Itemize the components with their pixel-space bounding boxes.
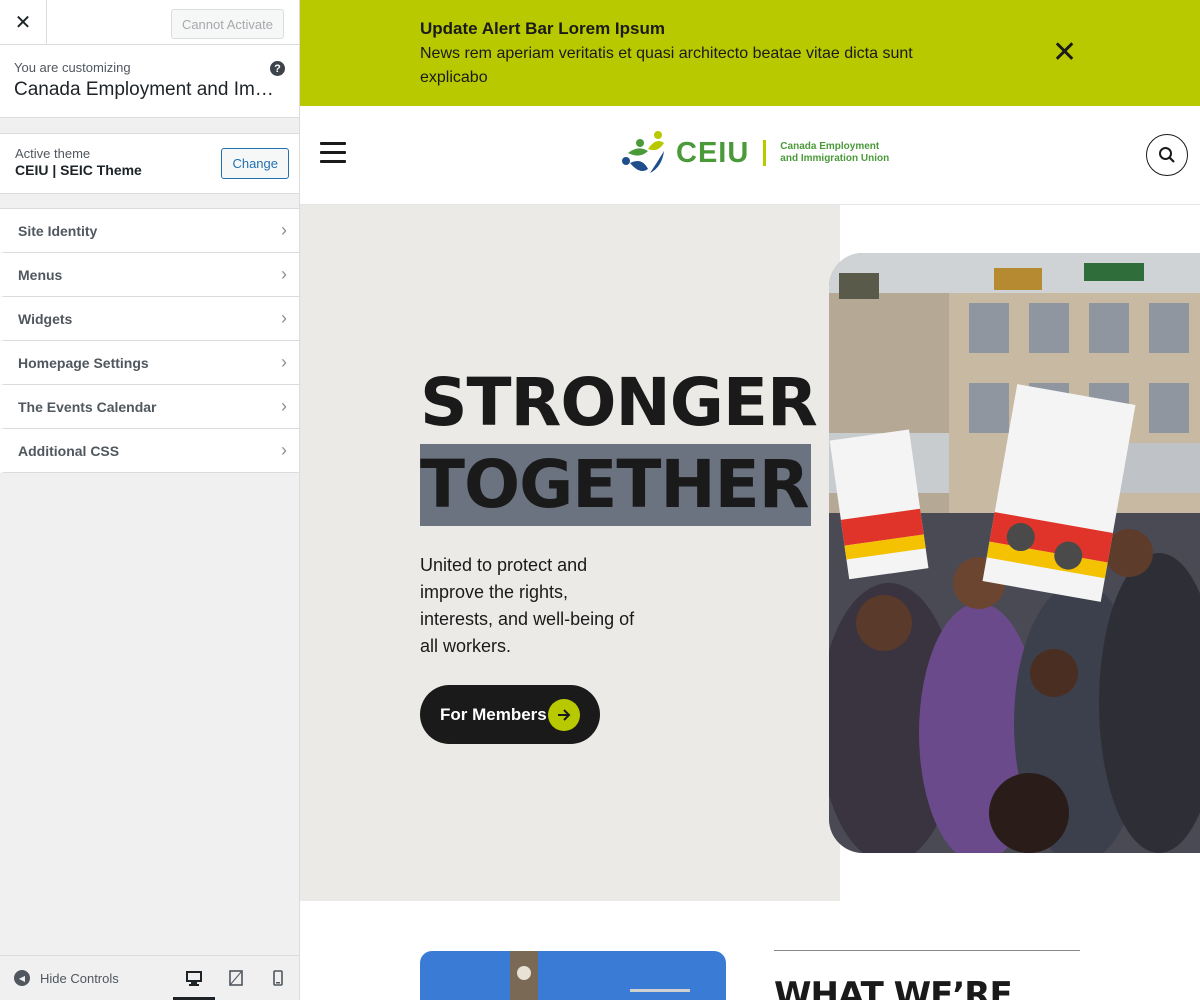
section-site-identity[interactable]: Site Identity › <box>0 209 299 253</box>
tablet-icon <box>229 970 243 986</box>
hide-controls-button[interactable]: ◀ Hide Controls <box>0 970 173 986</box>
customizer-header: ✕ Cannot Activate <box>0 0 299 45</box>
site-header: CEIU Canada Employment and Immigration U… <box>300 106 1200 205</box>
alert-bar: Update Alert Bar Lorem Ipsum News rem ap… <box>300 0 1200 106</box>
desktop-icon <box>186 970 202 986</box>
section-divider <box>774 950 1080 951</box>
section-homepage-settings[interactable]: Homepage Settings › <box>0 341 299 385</box>
alert-title: Update Alert Bar Lorem Ipsum <box>420 19 665 38</box>
logo-subtitle: Canada Employment and Immigration Union <box>780 141 889 165</box>
hero-description: United to protect and improve the rights… <box>420 555 635 656</box>
section-widgets[interactable]: Widgets › <box>0 297 299 341</box>
alert-close-button[interactable]: ✕ <box>1052 38 1077 68</box>
chevron-right-icon: › <box>281 396 287 416</box>
customizing-info: You are customizing Canada Employment an… <box>0 45 299 118</box>
hamburger-menu-icon[interactable] <box>320 142 346 169</box>
arrow-right-icon <box>548 699 580 731</box>
logo-divider <box>763 140 767 166</box>
hero-title-line-1: STRONGER <box>420 364 818 441</box>
hero-title-line-2: TOGETHER <box>420 444 811 526</box>
section-label: Widgets <box>18 310 73 327</box>
customizing-label: You are customizing <box>14 60 131 75</box>
for-members-label: For Members <box>440 704 547 724</box>
section-image <box>420 951 726 1000</box>
mobile-icon <box>273 970 283 986</box>
customizer-sections: Site Identity › Menus › Widgets › Homepa… <box>0 208 299 473</box>
site-preview: Update Alert Bar Lorem Ipsum News rem ap… <box>300 0 1200 1000</box>
chevron-right-icon: › <box>281 352 287 372</box>
section-menus[interactable]: Menus › <box>0 253 299 297</box>
hero-title: STRONGER TOGETHER <box>420 362 818 526</box>
close-icon: ✕ <box>14 12 32 34</box>
for-members-button[interactable]: For Members <box>420 685 600 744</box>
chevron-right-icon: › <box>281 264 287 284</box>
alert-text: News rem aperiam veritatis et quasi arch… <box>420 45 913 86</box>
section-title: WHAT WE’RE <box>774 975 1013 1000</box>
search-icon <box>1159 147 1175 163</box>
chevron-right-icon: › <box>281 308 287 328</box>
cannot-activate-button[interactable]: Cannot Activate <box>170 9 284 39</box>
chevron-right-icon: › <box>281 220 287 240</box>
section-events-calendar[interactable]: The Events Calendar › <box>0 385 299 429</box>
change-theme-button[interactable]: Change <box>221 148 289 179</box>
chevron-right-icon: › <box>281 440 287 460</box>
site-name: Canada Employment and Immigration Union <box>14 79 289 100</box>
section-additional-css[interactable]: Additional CSS › <box>0 429 299 473</box>
search-button[interactable] <box>1146 134 1188 176</box>
device-tablet-button[interactable] <box>215 956 257 1000</box>
help-icon[interactable]: ? <box>270 61 285 76</box>
section-label: Menus <box>18 266 63 283</box>
hero-image <box>829 253 1200 853</box>
customizer-sidebar: ✕ Cannot Activate You are customizing Ca… <box>0 0 300 1000</box>
hide-controls-label: Hide Controls <box>40 970 119 986</box>
device-desktop-button[interactable] <box>173 956 215 1000</box>
device-mobile-button[interactable] <box>257 956 299 1000</box>
section-label: Site Identity <box>18 222 98 239</box>
collapse-icon: ◀ <box>14 970 30 986</box>
customizer-footer: ◀ Hide Controls <box>0 955 299 1000</box>
site-logo[interactable]: CEIU Canada Employment and Immigration U… <box>618 129 889 177</box>
close-icon: ✕ <box>1052 36 1078 69</box>
section-label: Additional CSS <box>18 442 120 459</box>
logo-subtitle-line-2: and Immigration Union <box>780 153 890 164</box>
logo-mark-icon <box>622 131 664 173</box>
section-label: Homepage Settings <box>18 354 149 371</box>
logo-text: CEIU <box>676 136 750 169</box>
active-theme-panel: Active theme CEIU | SEIC Theme Change <box>0 133 299 194</box>
section-label: The Events Calendar <box>18 398 157 415</box>
close-customizer-button[interactable]: ✕ <box>0 0 47 45</box>
logo-subtitle-line-1: Canada Employment <box>780 141 880 152</box>
